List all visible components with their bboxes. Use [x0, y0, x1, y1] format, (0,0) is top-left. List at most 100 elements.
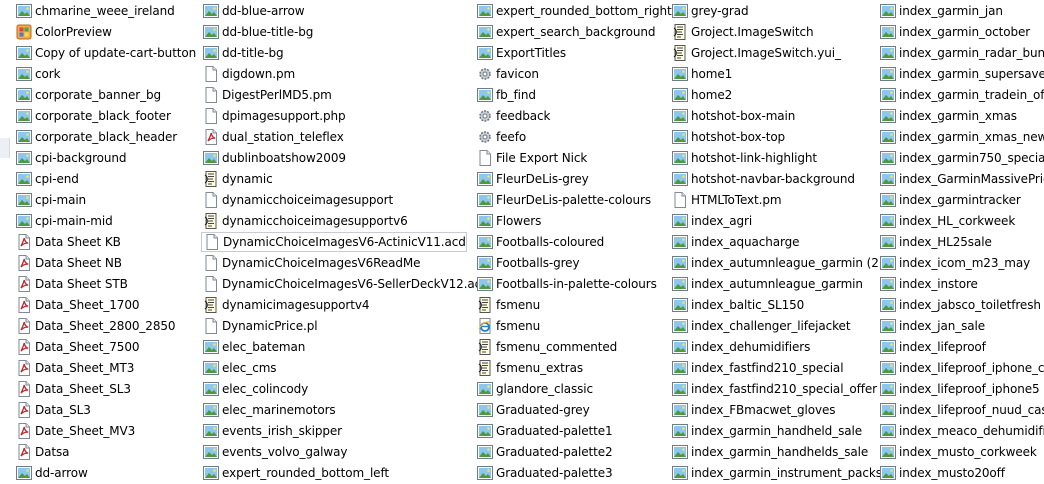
- file-item[interactable]: index_jan_sale: [878, 316, 985, 336]
- file-item[interactable]: Footballs-coloured: [475, 232, 604, 252]
- file-item[interactable]: index_instore: [878, 274, 978, 294]
- file-item[interactable]: DynamicPrice.pl: [201, 316, 318, 336]
- file-item[interactable]: Footballs-in-palette-colours: [475, 274, 657, 294]
- file-item[interactable]: fsmenu_extras: [475, 358, 583, 378]
- file-item[interactable]: dpimagesupport.php: [201, 106, 346, 126]
- file-item[interactable]: fsmenu: [475, 316, 540, 336]
- file-item[interactable]: Data Sheet KB: [14, 232, 121, 252]
- file-item[interactable]: index_garmintracker: [878, 190, 1021, 210]
- file-item[interactable]: index_garmin_instrument_packs: [670, 463, 882, 483]
- file-item[interactable]: ColorPreview: [14, 22, 112, 42]
- file-item[interactable]: DigestPerlMD5.pm: [201, 85, 332, 105]
- file-item[interactable]: cpi-background: [14, 148, 127, 168]
- file-item[interactable]: index_garmin_xmas: [878, 106, 1017, 126]
- file-item[interactable]: index_fastfind210_special: [670, 358, 844, 378]
- file-item[interactable]: feedback: [475, 106, 550, 126]
- file-item[interactable]: index_garmin_radar_bundle: [878, 43, 1044, 63]
- file-item[interactable]: elec_marinemotors: [201, 400, 336, 420]
- file-item[interactable]: hotshot-navbar-background: [670, 169, 855, 189]
- file-item[interactable]: home2: [670, 85, 732, 105]
- file-item[interactable]: FleurDeLis-palette-colours: [475, 190, 651, 210]
- file-item[interactable]: Data_Sheet_1700: [14, 295, 139, 315]
- file-item[interactable]: index_jabsco_toiletfresh: [878, 295, 1041, 315]
- file-item[interactable]: Data_Sheet_2800_2850: [14, 316, 176, 336]
- file-item[interactable]: cpi-main-mid: [14, 211, 113, 231]
- file-item[interactable]: index_aquacharge: [670, 232, 800, 252]
- file-item[interactable]: fb_find: [475, 85, 536, 105]
- file-item[interactable]: index_garmin_tradein_offer: [878, 85, 1044, 105]
- file-item[interactable]: grey-grad: [670, 1, 749, 21]
- file-item[interactable]: digdown.pm: [201, 64, 295, 84]
- file-item[interactable]: Data_Sheet_SL3: [14, 379, 131, 399]
- file-item[interactable]: corporate_black_header: [14, 127, 177, 147]
- file-item[interactable]: cork: [14, 64, 61, 84]
- file-item[interactable]: index_lifeproof: [878, 337, 986, 357]
- file-item[interactable]: cpi-end: [14, 169, 79, 189]
- file-item[interactable]: dublinboatshow2009: [201, 148, 346, 168]
- file-item[interactable]: dd-title-bg: [201, 43, 284, 63]
- file-item[interactable]: elec_bateman: [201, 337, 305, 357]
- file-item[interactable]: index_musto20off: [878, 463, 1005, 483]
- file-item[interactable]: Date_Sheet_MV3: [14, 421, 135, 441]
- file-item[interactable]: index_garmin_xmas_new: [878, 127, 1044, 147]
- file-item[interactable]: index_lifeproof_iphone_case: [878, 358, 1044, 378]
- file-item[interactable]: events_irish_skipper: [201, 421, 342, 441]
- file-item[interactable]: index_musto_corkweek: [878, 442, 1037, 462]
- file-item[interactable]: feefo: [475, 127, 526, 147]
- file-item[interactable]: index_lifeproof_nuud_case: [878, 400, 1044, 420]
- file-item[interactable]: elec_cms: [201, 358, 277, 378]
- file-item[interactable]: DynamicChoiceImagesV6ReadMe: [201, 253, 421, 273]
- file-item[interactable]: Data Sheet STB: [14, 274, 128, 294]
- file-item[interactable]: index_icom_m23_may: [878, 253, 1030, 273]
- file-item[interactable]: dynamic: [201, 169, 273, 189]
- file-item[interactable]: Graduated-grey: [475, 400, 590, 420]
- file-item[interactable]: hotshot-link-highlight: [670, 148, 817, 168]
- file-item[interactable]: index_HL25sale: [878, 232, 992, 252]
- file-item[interactable]: events_volvo_galway: [201, 442, 347, 462]
- file-item[interactable]: DynamicChoiceImagesV6-SellerDeckV12.acd: [201, 274, 489, 294]
- file-item[interactable]: index_meaco_dehumidifier_: [878, 421, 1044, 441]
- file-item[interactable]: dynamicchoiceimagesupport: [201, 190, 393, 210]
- file-item[interactable]: index_garmin750_special: [878, 148, 1044, 168]
- file-item[interactable]: index_dehumidifiers: [670, 337, 810, 357]
- file-item[interactable]: index_garmin_supersaver_bu: [878, 64, 1044, 84]
- file-item[interactable]: hotshot-box-top: [670, 127, 785, 147]
- file-item[interactable]: DynamicChoiceImagesV6-ActinicV11.acd: [201, 232, 467, 252]
- file-item[interactable]: FleurDeLis-grey: [475, 169, 589, 189]
- file-item[interactable]: expert_rounded_bottom_right: [475, 1, 672, 21]
- file-item[interactable]: index_lifeproof_iphone5: [878, 379, 1040, 399]
- file-item[interactable]: index_challenger_lifejacket: [670, 316, 851, 336]
- file-item[interactable]: corporate_banner_bg: [14, 85, 161, 105]
- file-item[interactable]: index_fastfind210_special_offer: [670, 379, 877, 399]
- file-item[interactable]: index_FBmacwet_gloves: [670, 400, 836, 420]
- file-item[interactable]: index_garmin_handheld_sale: [670, 421, 862, 441]
- file-item[interactable]: hotshot-box-main: [670, 106, 795, 126]
- file-item[interactable]: dd-blue-arrow: [201, 1, 305, 21]
- file-item[interactable]: cpi-main: [14, 190, 86, 210]
- file-item[interactable]: index_autumnleague_garmin: [670, 274, 863, 294]
- file-item[interactable]: Groject.ImageSwitch.yui_: [670, 43, 841, 63]
- file-item[interactable]: Graduated-palette3: [475, 463, 613, 483]
- file-item[interactable]: Datsa: [14, 442, 70, 462]
- file-item[interactable]: index_GarminMassivePriceD: [878, 169, 1044, 189]
- file-item[interactable]: index_baltic_SL150: [670, 295, 804, 315]
- file-item[interactable]: index_garmin_jan: [878, 1, 1003, 21]
- file-item[interactable]: ExportTitles: [475, 43, 566, 63]
- file-item[interactable]: corporate_black_footer: [14, 106, 171, 126]
- file-item[interactable]: glandore_classic: [475, 379, 593, 399]
- file-item[interactable]: dd-arrow: [14, 463, 88, 483]
- file-list-view[interactable]: chmarine_weee_ireland ColorPreview Copy of…: [0, 0, 1044, 484]
- file-item[interactable]: Data Sheet NB: [14, 253, 122, 273]
- file-item[interactable]: favicon: [475, 64, 539, 84]
- file-item[interactable]: index_agri: [670, 211, 752, 231]
- file-item[interactable]: Graduated-palette1: [475, 421, 613, 441]
- file-item[interactable]: index_garmin_handhelds_sale: [670, 442, 868, 462]
- file-item[interactable]: dynamicchoiceimagesupportv6: [201, 211, 408, 231]
- file-item[interactable]: chmarine_weee_ireland: [14, 1, 175, 21]
- file-item[interactable]: expert_search_background: [475, 22, 655, 42]
- file-item[interactable]: index_HL_corkweek: [878, 211, 1015, 231]
- file-item[interactable]: Data_Sheet_7500: [14, 337, 139, 357]
- file-item[interactable]: Footballs-grey: [475, 253, 580, 273]
- file-item[interactable]: Flowers: [475, 211, 541, 231]
- file-item[interactable]: dd-blue-title-bg: [201, 22, 313, 42]
